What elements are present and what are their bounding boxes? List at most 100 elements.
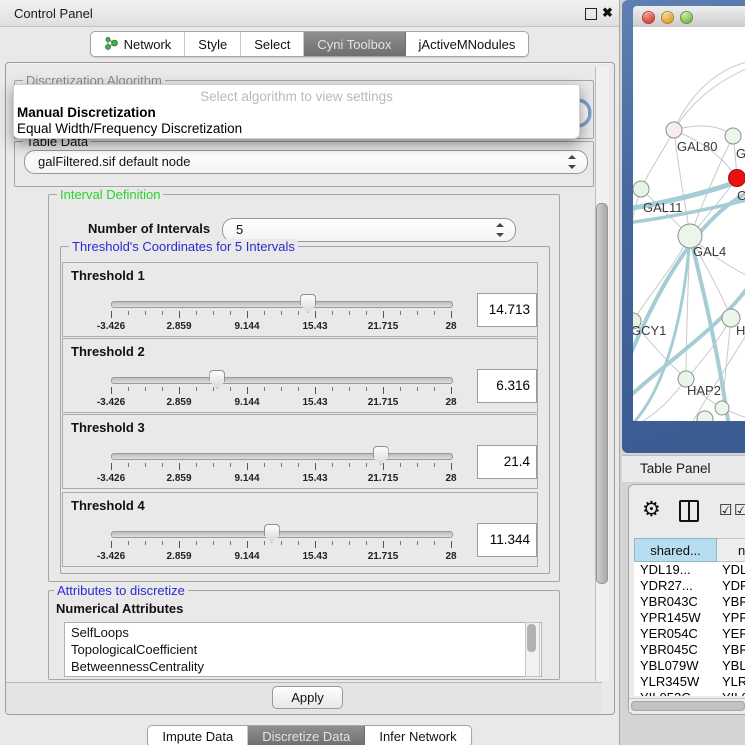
- table-row[interactable]: YBR043CYBR0: [634, 594, 745, 610]
- slider-track[interactable]: [111, 531, 453, 538]
- tab-cyni-toolbox[interactable]: Cyni Toolbox: [304, 32, 405, 56]
- table-row[interactable]: YIL052CYIL0: [634, 690, 745, 696]
- slider-tick-label: 9.144: [234, 321, 259, 332]
- slider-track[interactable]: [111, 377, 453, 384]
- checkbox-icon[interactable]: ☑: [719, 501, 732, 519]
- slider-tick: [315, 387, 316, 394]
- threshold-value-field[interactable]: 11.344: [477, 523, 537, 557]
- slider-tick: [128, 387, 129, 391]
- slider-tick: [196, 387, 197, 391]
- thresholds-legend: Threshold's Coordinates for 5 Intervals: [69, 239, 298, 254]
- table-row[interactable]: YBR045CYBR0: [634, 642, 745, 658]
- network-edge[interactable]: [641, 130, 674, 189]
- tab-network[interactable]: Network: [91, 32, 186, 56]
- slider-track[interactable]: [111, 301, 453, 308]
- table-data-combo[interactable]: galFiltered.sif default node: [24, 150, 588, 174]
- close-icon[interactable]: ✖: [602, 5, 613, 21]
- control-panel-titlebar: Control Panel ✖: [0, 0, 619, 27]
- slider-tick: [281, 541, 282, 545]
- slider-tick-label: 28: [445, 551, 456, 562]
- slider-handle[interactable]: [300, 294, 316, 313]
- checkbox-icon[interactable]: ☑: [734, 501, 745, 519]
- threshold-value-field[interactable]: 14.713: [477, 293, 537, 327]
- slider-tick: [281, 311, 282, 315]
- network-edge[interactable]: [674, 67, 745, 130]
- slider-tick: [400, 387, 401, 391]
- slider-handle[interactable]: [373, 446, 389, 465]
- content-vscrollbar-thumb[interactable]: [596, 203, 608, 584]
- slider-tick: [383, 387, 384, 394]
- column-header-name[interactable]: n...: [717, 538, 745, 562]
- apply-button[interactable]: Apply: [272, 686, 343, 709]
- slider-handle[interactable]: [209, 370, 225, 389]
- node-label: GAL4: [693, 244, 726, 259]
- network-canvas[interactable]: GAL80GALCGAL11GAL4GCY1HHAP2: [633, 27, 745, 421]
- threshold-value-field[interactable]: 6.316: [477, 369, 537, 403]
- minimize-traffic-light-icon[interactable]: [661, 11, 674, 24]
- slider-tick: [315, 463, 316, 470]
- menu-item-manual-discretization[interactable]: Manual Discretization: [17, 105, 156, 120]
- network-edge[interactable]: [674, 126, 733, 136]
- node-label: H: [736, 323, 745, 338]
- numerical-attributes-list[interactable]: SelfLoopsTopologicalCoefficientBetweenne…: [64, 622, 542, 677]
- threshold-value-field[interactable]: 21.4: [477, 445, 537, 479]
- slider-tick: [383, 463, 384, 470]
- slider-tick: [196, 541, 197, 545]
- bottom-tab-discretize-data[interactable]: Discretize Data: [248, 726, 365, 745]
- tab-style[interactable]: Style: [185, 32, 241, 56]
- table-row[interactable]: YER054CYER0: [634, 626, 745, 642]
- table-row[interactable]: YLR345WYLR3: [634, 674, 745, 690]
- tab-select[interactable]: Select: [241, 32, 304, 56]
- bottom-tab-infer-network[interactable]: Infer Network: [365, 726, 470, 745]
- slider-handle[interactable]: [264, 524, 280, 543]
- slider-tick: [315, 541, 316, 548]
- slider-tick-label: 15.43: [302, 473, 327, 484]
- float-window-icon[interactable]: [585, 8, 597, 20]
- slider-tick-label: -3.426: [97, 397, 125, 408]
- slider-tick: [366, 463, 367, 467]
- table-row[interactable]: YBL079WYBL0: [634, 658, 745, 674]
- slider-tick-label: 15.43: [302, 551, 327, 562]
- network-node[interactable]: [725, 128, 741, 144]
- slider-tick: [434, 311, 435, 315]
- column-header-shared-name[interactable]: shared...: [634, 538, 717, 562]
- network-node[interactable]: [715, 401, 729, 415]
- zoom-traffic-light-icon[interactable]: [680, 11, 693, 24]
- network-node[interactable]: [729, 170, 745, 187]
- tab-label: Style: [198, 37, 227, 52]
- list-item[interactable]: TopologicalCoefficient: [65, 640, 541, 657]
- cell-name: YBL0: [717, 658, 745, 673]
- slider-tick: [349, 463, 350, 467]
- node-label: GAL11: [643, 200, 683, 215]
- table-row[interactable]: YDL19...YDL1: [634, 562, 745, 578]
- close-traffic-light-icon[interactable]: [642, 11, 655, 24]
- network-graph[interactable]: GAL80GALCGAL11GAL4GCY1HHAP2: [633, 27, 745, 421]
- tab-jactivemnodules[interactable]: jActiveMNodules: [406, 32, 529, 56]
- slider-tick: [332, 387, 333, 391]
- network-node[interactable]: [697, 411, 713, 421]
- attributes-legend: Attributes to discretize: [54, 583, 188, 598]
- menu-item-equal-width-frequency[interactable]: Equal Width/Frequency Discretization: [17, 121, 242, 136]
- network-node[interactable]: [666, 122, 682, 138]
- bottom-tab-label: Discretize Data: [262, 729, 350, 744]
- attributes-vscrollbar-thumb[interactable]: [527, 624, 536, 652]
- table-row[interactable]: YPR145WYPR1: [634, 610, 745, 626]
- table-row[interactable]: YDR27...YDR2: [634, 578, 745, 594]
- slider-tick-label: 21.715: [368, 551, 399, 562]
- table-hscrollbar-track[interactable]: [629, 698, 745, 712]
- slider-tick: [111, 463, 112, 470]
- bottom-tab-impute-data[interactable]: Impute Data: [148, 726, 248, 745]
- slider-track[interactable]: [111, 453, 453, 460]
- table-rows: YDL19...YDL1YDR27...YDR2YBR043CYBR0YPR14…: [634, 562, 745, 696]
- gear-icon[interactable]: ⚙: [642, 497, 661, 522]
- list-item[interactable]: BetweennessCentrality: [65, 657, 541, 674]
- columns-icon[interactable]: [679, 500, 699, 522]
- network-node[interactable]: [633, 181, 649, 197]
- list-item[interactable]: SelfLoops: [65, 623, 541, 640]
- bottom-tab-label: Impute Data: [162, 729, 233, 744]
- table-hscrollbar-thumb[interactable]: [631, 701, 745, 711]
- slider-tick: [162, 541, 163, 545]
- network-edge[interactable]: [633, 189, 641, 277]
- network-edge[interactable]: [674, 61, 745, 130]
- slider-tick: [111, 541, 112, 548]
